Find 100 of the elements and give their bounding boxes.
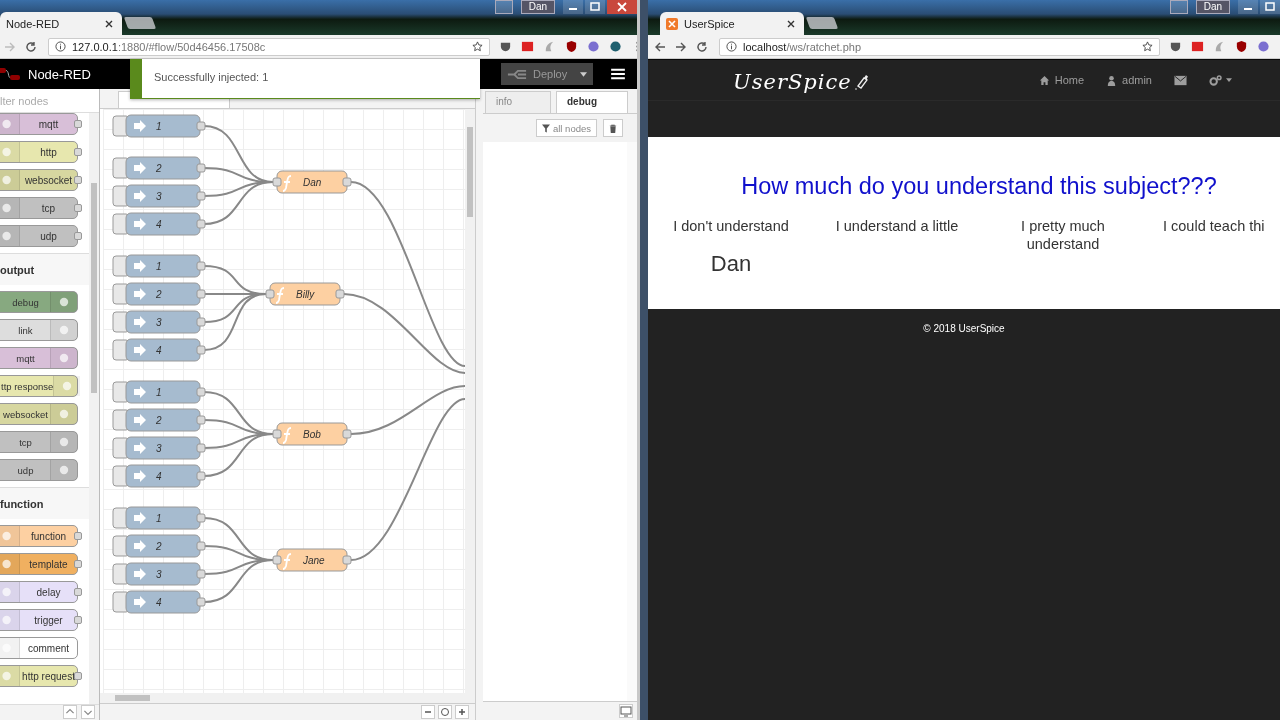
port[interactable] — [74, 148, 82, 156]
port[interactable] — [196, 191, 206, 201]
browser-tab[interactable]: Node-RED — [0, 12, 122, 35]
collapse-icon[interactable] — [63, 705, 77, 719]
palette-node[interactable]: websocket — [0, 403, 78, 425]
minimize-icon[interactable] — [1238, 0, 1258, 14]
port[interactable] — [74, 672, 82, 680]
palette-node[interactable]: mqtt — [0, 347, 78, 369]
port[interactable] — [196, 121, 206, 131]
star-icon[interactable] — [1142, 41, 1153, 52]
home-link[interactable]: Home — [1038, 74, 1085, 86]
zoom-in-icon[interactable] — [455, 705, 469, 719]
inject-node[interactable] — [125, 436, 201, 460]
shield-icon[interactable] — [1235, 40, 1248, 53]
settings-link[interactable] — [1209, 74, 1232, 86]
inject-node[interactable] — [125, 156, 201, 180]
inject-node[interactable] — [125, 282, 201, 306]
inject-node[interactable] — [125, 380, 201, 404]
extension-icon[interactable] — [1191, 40, 1204, 53]
port[interactable] — [196, 219, 206, 229]
mail-link[interactable] — [1174, 74, 1187, 86]
star-icon[interactable] — [472, 41, 483, 52]
window-button[interactable] — [495, 0, 513, 14]
inject-node[interactable] — [125, 338, 201, 362]
new-tab-button[interactable] — [123, 17, 157, 29]
maximize-icon[interactable] — [585, 0, 605, 14]
port[interactable] — [74, 176, 82, 184]
port[interactable] — [196, 345, 206, 355]
bird-icon[interactable] — [543, 40, 556, 53]
close-icon[interactable] — [104, 18, 114, 29]
reload-icon[interactable] — [696, 40, 708, 53]
palette-node[interactable]: link — [0, 319, 78, 341]
port[interactable] — [265, 289, 275, 299]
profile-button[interactable]: Dan — [1196, 0, 1230, 14]
port[interactable] — [196, 415, 206, 425]
reload-icon[interactable] — [25, 40, 37, 53]
inject-node[interactable] — [125, 212, 201, 236]
palette-node[interactable]: udp — [0, 459, 78, 481]
port[interactable] — [74, 616, 82, 624]
function-node[interactable] — [276, 422, 348, 446]
port[interactable] — [342, 429, 352, 439]
sidebar-tab[interactable]: debug — [556, 91, 628, 113]
scrollbar[interactable] — [627, 142, 637, 701]
minimize-icon[interactable] — [563, 0, 583, 14]
forward-icon[interactable] — [675, 40, 687, 53]
inject-node[interactable] — [125, 562, 201, 586]
user-link[interactable]: admin — [1106, 74, 1152, 86]
close-icon[interactable] — [786, 18, 796, 29]
palette-node[interactable]: tcp — [0, 431, 78, 453]
category-header[interactable]: function — [0, 487, 89, 519]
port[interactable] — [74, 232, 82, 240]
browser-tab[interactable]: UserSpice — [660, 12, 804, 35]
zoom-reset-icon[interactable] — [438, 705, 452, 719]
port[interactable] — [196, 471, 206, 481]
extension-icon[interactable] — [1257, 40, 1270, 53]
port[interactable] — [74, 204, 82, 212]
bird-icon[interactable] — [1213, 40, 1226, 53]
extension-icon[interactable] — [521, 40, 534, 53]
address-bar[interactable]: 127.0.0.1:1880/#flow/50d46456.17508c — [48, 37, 490, 56]
port[interactable] — [196, 317, 206, 327]
window-button[interactable] — [1170, 0, 1188, 14]
profile-button[interactable]: Dan — [521, 0, 555, 14]
scrollbar[interactable] — [89, 113, 99, 704]
port[interactable] — [272, 555, 282, 565]
function-node[interactable] — [269, 282, 341, 306]
port[interactable] — [272, 177, 282, 187]
inject-node[interactable] — [125, 114, 201, 138]
port[interactable] — [196, 443, 206, 453]
extension-icon[interactable] — [587, 40, 600, 53]
port[interactable] — [74, 120, 82, 128]
inject-node[interactable] — [125, 464, 201, 488]
inject-node[interactable] — [125, 310, 201, 334]
port[interactable] — [74, 560, 82, 568]
scrollbar[interactable] — [465, 109, 475, 693]
port[interactable] — [196, 513, 206, 523]
port[interactable] — [342, 177, 352, 187]
scrollbar[interactable] — [100, 693, 475, 703]
maximize-icon[interactable] — [1260, 0, 1280, 14]
back-icon[interactable] — [654, 40, 666, 53]
port[interactable] — [196, 387, 206, 397]
inject-node[interactable] — [125, 590, 201, 614]
shield-icon[interactable] — [565, 40, 578, 53]
pocket-icon[interactable] — [499, 40, 512, 53]
function-node[interactable] — [276, 548, 348, 572]
clear-button[interactable] — [603, 119, 623, 137]
menu-icon[interactable] — [611, 68, 625, 80]
port[interactable] — [342, 555, 352, 565]
function-node[interactable] — [276, 170, 348, 194]
port[interactable] — [196, 289, 206, 299]
category-header[interactable]: output — [0, 253, 89, 285]
expand-icon[interactable] — [81, 705, 95, 719]
port[interactable] — [196, 597, 206, 607]
zoom-out-icon[interactable] — [421, 705, 435, 719]
inject-node[interactable] — [125, 254, 201, 278]
port[interactable] — [196, 261, 206, 271]
filter-button[interactable]: all nodes — [535, 119, 597, 137]
port[interactable] — [196, 541, 206, 551]
inject-node[interactable] — [125, 506, 201, 530]
palette-node[interactable]: debug — [0, 291, 78, 313]
palette-node[interactable]: comment — [0, 637, 78, 659]
